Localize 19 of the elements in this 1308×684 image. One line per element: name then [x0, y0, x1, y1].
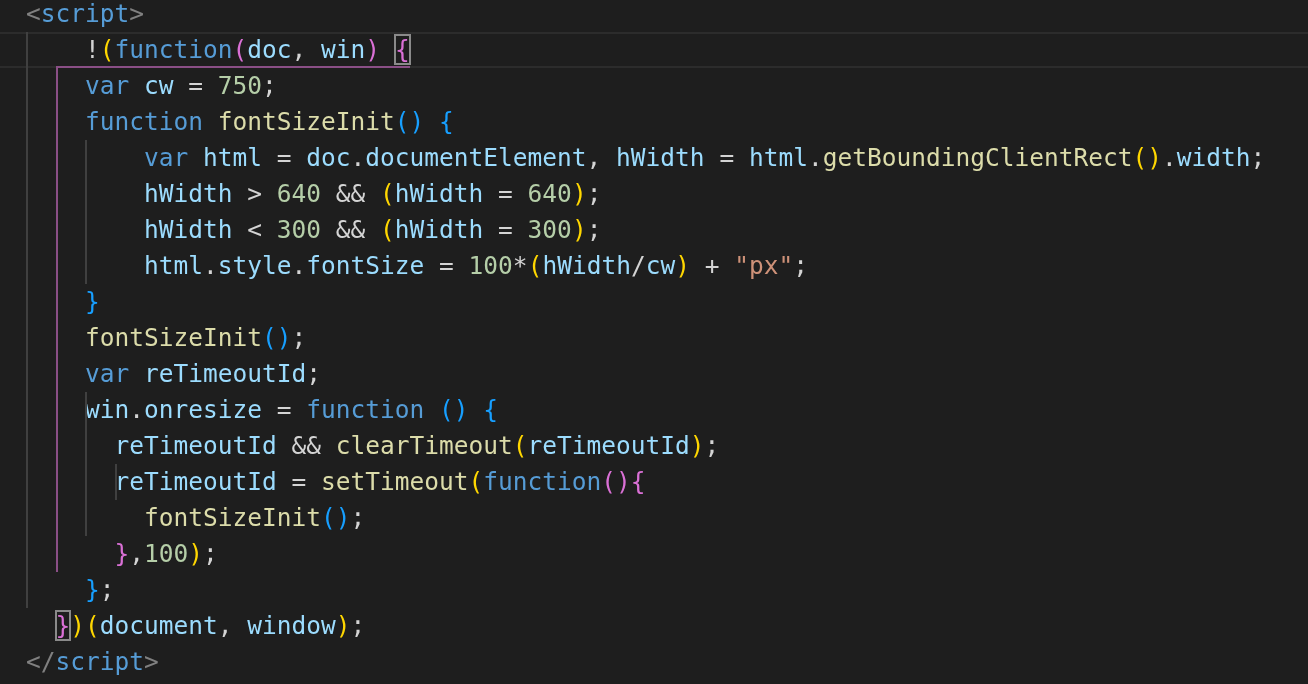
code-line: </script>: [26, 647, 159, 676]
code-line: win.onresize = function () {: [84, 395, 499, 424]
code-line: reTimeoutId && clearTimeout(reTimeoutId);: [113, 431, 720, 460]
code-line: },100);: [113, 539, 218, 568]
code-line: fontSizeInit();: [143, 503, 366, 532]
code-line: var reTimeoutId;: [84, 359, 322, 388]
code-line: !(function(doc, win) {: [84, 35, 410, 64]
code-line: function fontSizeInit() {: [84, 107, 454, 136]
code-line: }: [84, 287, 100, 316]
code-line: };: [84, 575, 115, 604]
code-line: fontSizeInit();: [84, 323, 307, 352]
code-line: html.style.fontSize = 100*(hWidth/cw) + "px";: [143, 251, 808, 280]
code-line: hWidth < 300 && (hWidth = 300);: [143, 215, 602, 244]
code-line: <script>: [26, 0, 145, 28]
code-line: reTimeoutId = setTimeout(function(){: [113, 467, 646, 496]
code-line: })(document, window);: [54, 611, 366, 640]
code-line: var cw = 750;: [84, 71, 277, 100]
code-line: var html = doc.documentElement, hWidth = html.getBoundingClientRect().width;: [143, 143, 1266, 172]
code-line: hWidth > 640 && (hWidth = 640);: [143, 179, 602, 208]
